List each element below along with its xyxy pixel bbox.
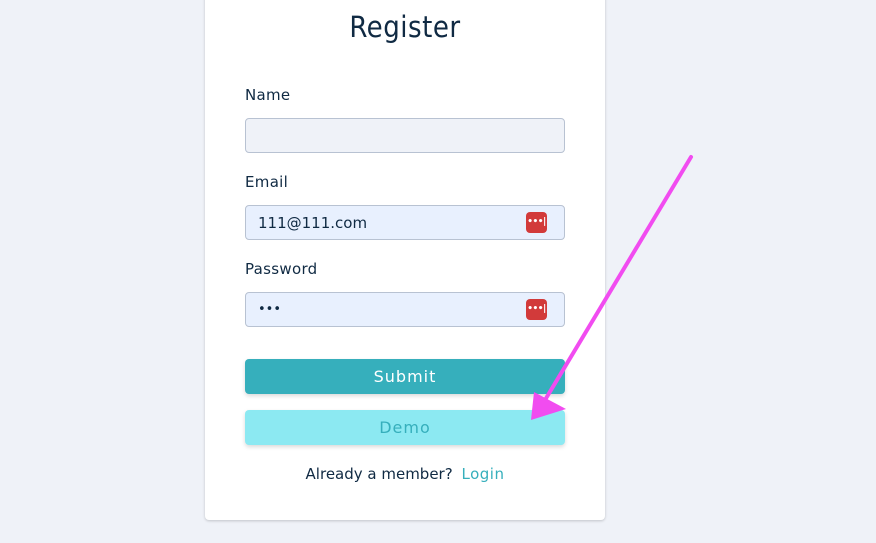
name-label: Name xyxy=(245,86,291,104)
password-label: Password xyxy=(245,260,318,278)
password-manager-icon[interactable]: •••| xyxy=(526,212,547,233)
name-field[interactable] xyxy=(245,118,565,153)
member-prompt-text: Already a member? xyxy=(305,465,453,483)
email-field[interactable]: 111@111.com •••| xyxy=(245,205,565,240)
page-title: Register xyxy=(349,10,461,44)
password-value: ••• xyxy=(258,302,282,317)
register-card: Register Name Email 111@111.com •••| Pas… xyxy=(205,0,605,520)
email-value: 111@111.com xyxy=(258,214,368,232)
password-field[interactable]: ••• •••| xyxy=(245,292,565,327)
member-prompt-row: Already a member? Login xyxy=(205,465,605,483)
register-page: Register Name Email 111@111.com •••| Pas… xyxy=(0,0,876,543)
email-label: Email xyxy=(245,173,289,191)
demo-button[interactable]: Demo xyxy=(245,410,565,445)
password-manager-icon[interactable]: •••| xyxy=(526,299,547,320)
login-link[interactable]: Login xyxy=(461,465,504,483)
submit-button[interactable]: Submit xyxy=(245,359,565,394)
